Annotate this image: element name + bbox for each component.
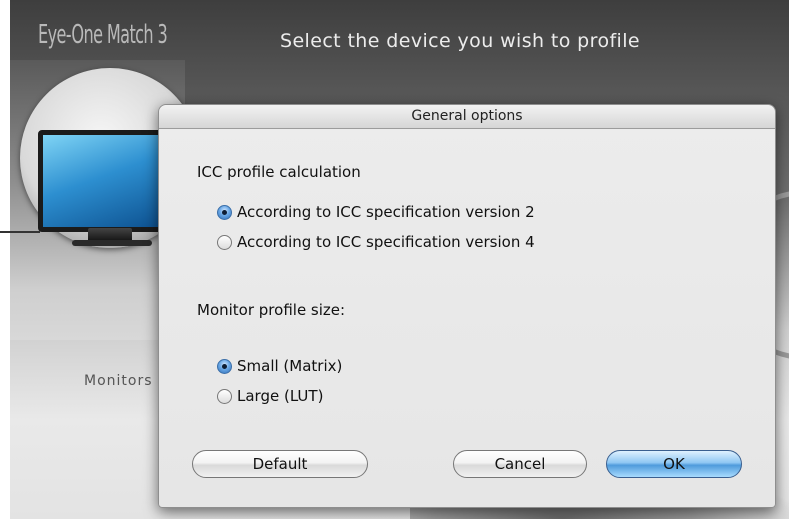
radio-selected-icon[interactable]	[217, 204, 232, 220]
icc-option-v4-label: According to ICC specification version 4	[237, 233, 535, 251]
size-option-large-label: Large (LUT)	[237, 387, 324, 405]
ok-button[interactable]: OK	[606, 450, 742, 478]
icc-section-label: ICC profile calculation	[197, 163, 361, 181]
cancel-button[interactable]: Cancel	[453, 450, 587, 478]
default-button[interactable]: Default	[192, 450, 368, 478]
device-label: Monitors	[84, 373, 153, 389]
radio-selected-icon[interactable]	[217, 358, 232, 374]
monitor-base-icon	[72, 240, 152, 246]
page-heading: Select the device you wish to profile	[280, 30, 641, 52]
radio-unselected-icon[interactable]	[217, 234, 232, 250]
size-section-label: Monitor profile size:	[197, 301, 346, 319]
divider-line	[0, 231, 40, 233]
icc-option-v2-label: According to ICC specification version 2	[237, 203, 535, 221]
general-options-dialog: General options ICC profile calculation …	[158, 104, 776, 508]
icc-option-v4[interactable]: According to ICC specification version 4	[217, 233, 535, 251]
size-option-small-label: Small (Matrix)	[237, 357, 343, 375]
icc-option-v2[interactable]: According to ICC specification version 2	[217, 203, 535, 221]
size-option-small[interactable]: Small (Matrix)	[217, 357, 342, 375]
size-option-large[interactable]: Large (LUT)	[217, 387, 323, 405]
app-title: Eye-One Match 3	[38, 20, 168, 50]
dialog-title: General options	[159, 105, 775, 129]
radio-unselected-icon[interactable]	[217, 388, 232, 404]
